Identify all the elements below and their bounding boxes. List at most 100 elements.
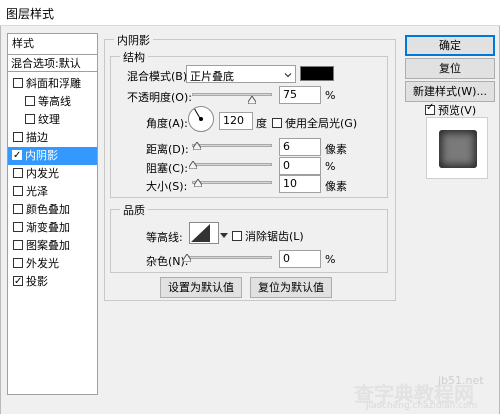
blend-options-item[interactable]: 混合选项:默认 bbox=[8, 54, 97, 72]
global-light-checkbox[interactable] bbox=[272, 118, 282, 128]
outer-glow-checkbox[interactable] bbox=[13, 258, 23, 268]
contour-checkbox[interactable] bbox=[25, 96, 35, 106]
anti-alias-label: 消除锯齿(L) bbox=[245, 230, 304, 243]
window-title: 图层样式 bbox=[6, 7, 55, 21]
contour-picker[interactable] bbox=[189, 222, 219, 244]
watermark-site: jb51.net bbox=[438, 374, 484, 387]
style-item-label: 外发光 bbox=[26, 257, 59, 270]
distance-slider-thumb[interactable] bbox=[193, 142, 201, 150]
inner-shadow-title: 内阴影 bbox=[114, 32, 153, 48]
style-item-color-overlay[interactable]: 颜色叠加 bbox=[9, 201, 96, 219]
inner-shadow-checkbox[interactable] bbox=[12, 147, 22, 165]
style-item-label: 图案叠加 bbox=[26, 239, 70, 252]
bevel-emboss-checkbox[interactable] bbox=[13, 78, 23, 88]
preview-label: 预览(V) bbox=[438, 104, 477, 117]
reset-button[interactable]: 复位 bbox=[405, 58, 495, 79]
noise-slider-track[interactable] bbox=[186, 256, 272, 259]
distance-label: 距离(D): bbox=[146, 143, 189, 156]
chevron-down-icon bbox=[284, 69, 292, 78]
size-slider-track[interactable] bbox=[192, 181, 272, 184]
style-item-label: 渐变叠加 bbox=[26, 221, 70, 234]
style-item-outer-glow[interactable]: 外发光 bbox=[9, 255, 96, 273]
size-input[interactable]: 10 bbox=[279, 175, 321, 193]
style-item-gradient-overlay[interactable]: 渐变叠加 bbox=[9, 219, 96, 237]
style-item-bevel-emboss[interactable]: 斜面和浮雕 bbox=[9, 75, 96, 93]
structure-title: 结构 bbox=[120, 49, 148, 65]
opacity-input[interactable]: 75 bbox=[279, 86, 321, 104]
style-item-inner-glow[interactable]: 内发光 bbox=[9, 165, 96, 183]
style-item-label: 内阴影 bbox=[25, 149, 58, 162]
watermark-url: jiaocheng.chazidian.com bbox=[366, 401, 478, 411]
choke-slider-thumb[interactable] bbox=[189, 161, 197, 169]
style-item-stroke[interactable]: 描边 bbox=[9, 129, 96, 147]
noise-unit: % bbox=[325, 253, 336, 266]
preview-checkbox[interactable] bbox=[425, 102, 435, 115]
style-item-inner-shadow[interactable]: 内阴影 bbox=[8, 147, 97, 165]
color-overlay-checkbox[interactable] bbox=[13, 204, 23, 214]
style-item-label: 内发光 bbox=[26, 167, 59, 180]
size-label: 大小(S): bbox=[146, 180, 188, 193]
styles-header[interactable]: 样式 bbox=[12, 35, 99, 53]
anti-alias-checkbox[interactable] bbox=[232, 231, 242, 241]
choke-unit: % bbox=[325, 160, 336, 173]
preview-option[interactable]: 预览(V) bbox=[425, 102, 476, 118]
style-item-drop-shadow[interactable]: 投影 bbox=[9, 273, 96, 291]
contour-curve-icon bbox=[191, 224, 210, 242]
angle-dial[interactable] bbox=[188, 106, 214, 132]
distance-input[interactable]: 6 bbox=[279, 138, 321, 156]
contour-dropdown-arrow[interactable] bbox=[220, 229, 228, 238]
pattern-overlay-checkbox[interactable] bbox=[13, 240, 23, 250]
angle-unit: 度 bbox=[256, 117, 267, 130]
texture-checkbox[interactable] bbox=[25, 114, 35, 124]
distance-unit: 像素 bbox=[325, 143, 347, 156]
style-item-label: 颜色叠加 bbox=[26, 203, 70, 216]
angle-dial-center bbox=[199, 117, 203, 121]
noise-slider-thumb[interactable] bbox=[183, 254, 191, 262]
style-item-satin[interactable]: 光泽 bbox=[9, 183, 96, 201]
quality-title: 品质 bbox=[120, 202, 148, 218]
angle-label: 角度(A): bbox=[146, 117, 188, 130]
inner-glow-checkbox[interactable] bbox=[13, 168, 23, 178]
size-unit: 像素 bbox=[325, 180, 347, 193]
choke-label: 阻塞(C): bbox=[146, 162, 188, 175]
blend-mode-label: 混合模式(B): bbox=[127, 70, 191, 83]
global-light-option[interactable]: 使用全局光(G) bbox=[272, 115, 357, 131]
style-item-texture[interactable]: 纹理 bbox=[9, 111, 96, 129]
opacity-slider-thumb[interactable] bbox=[248, 96, 256, 104]
style-item-label: 光泽 bbox=[26, 185, 48, 198]
satin-checkbox[interactable] bbox=[13, 186, 23, 196]
preview-thumbnail bbox=[439, 130, 477, 168]
style-item-label: 斜面和浮雕 bbox=[26, 77, 81, 90]
chevron-down-icon bbox=[220, 233, 228, 238]
opacity-unit: % bbox=[325, 89, 336, 102]
style-item-label: 等高线 bbox=[38, 95, 71, 108]
opacity-label: 不透明度(O): bbox=[127, 91, 192, 104]
styles-list: 样式 混合选项:默认 斜面和浮雕 等高线 纹理 描边 内阴影 内发光 光泽 颜色… bbox=[7, 33, 98, 395]
choke-slider-track[interactable] bbox=[192, 163, 272, 166]
distance-slider-track[interactable] bbox=[192, 144, 272, 147]
global-light-label: 使用全局光(G) bbox=[285, 117, 358, 130]
title-bar: 图层样式 bbox=[0, 0, 500, 26]
shadow-color-swatch[interactable] bbox=[300, 66, 334, 81]
noise-input[interactable]: 0 bbox=[279, 250, 321, 268]
anti-alias-option[interactable]: 消除锯齿(L) bbox=[232, 228, 304, 244]
style-item-pattern-overlay[interactable]: 图案叠加 bbox=[9, 237, 96, 255]
style-item-label: 纹理 bbox=[38, 113, 60, 126]
stroke-checkbox[interactable] bbox=[13, 132, 23, 142]
new-style-button[interactable]: 新建样式(W)... bbox=[405, 81, 495, 102]
style-item-label: 描边 bbox=[26, 131, 48, 144]
choke-input[interactable]: 0 bbox=[279, 157, 321, 175]
size-slider-thumb[interactable] bbox=[194, 179, 202, 187]
blend-mode-select[interactable]: 正片叠底 bbox=[186, 65, 296, 83]
gradient-overlay-checkbox[interactable] bbox=[13, 222, 23, 232]
contour-label: 等高线: bbox=[146, 231, 183, 244]
make-default-button[interactable]: 设置为默认值 bbox=[160, 277, 242, 298]
ok-button[interactable]: 确定 bbox=[405, 35, 495, 56]
style-item-label: 投影 bbox=[26, 275, 48, 288]
drop-shadow-checkbox[interactable] bbox=[13, 273, 23, 291]
opacity-slider-track[interactable] bbox=[192, 93, 272, 96]
angle-input[interactable]: 120 bbox=[219, 112, 253, 130]
style-preview bbox=[426, 117, 488, 179]
reset-to-default-button[interactable]: 复位为默认值 bbox=[250, 277, 332, 298]
style-item-contour[interactable]: 等高线 bbox=[9, 93, 96, 111]
